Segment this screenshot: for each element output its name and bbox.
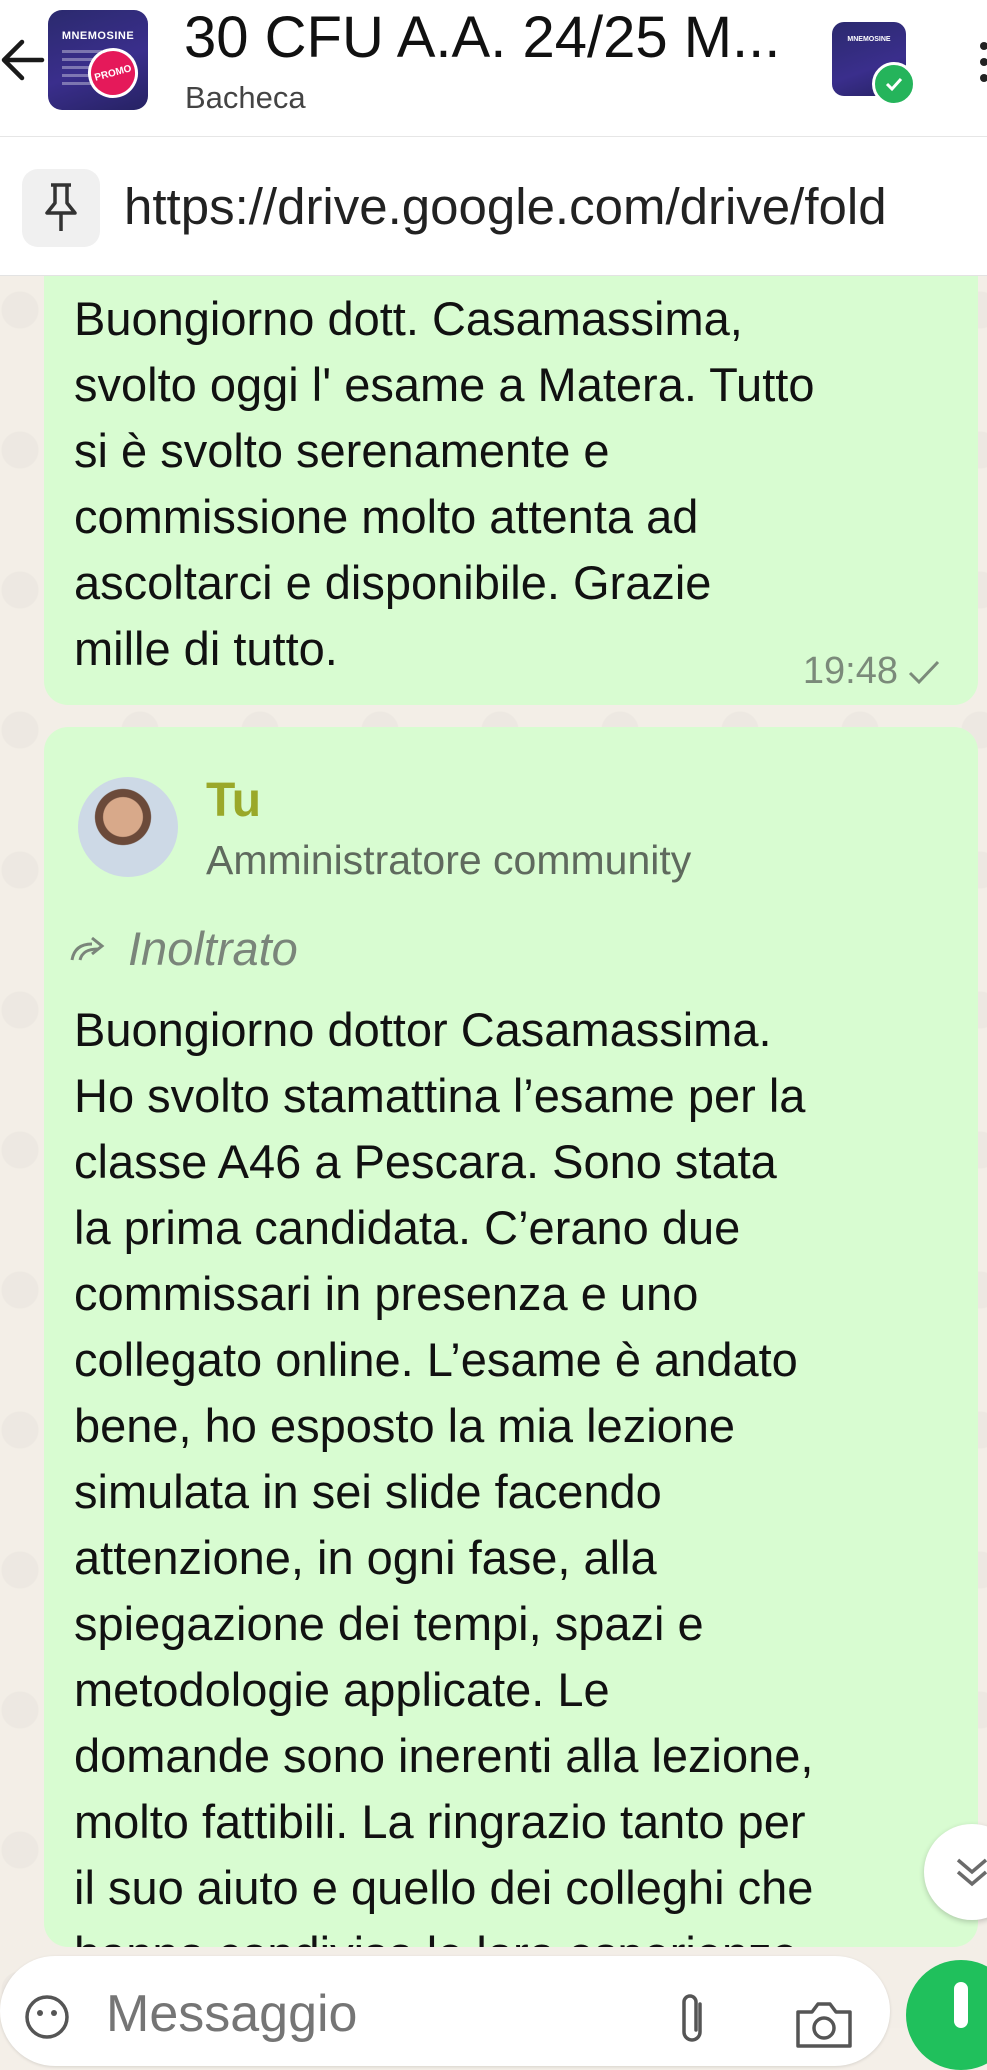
message-text: Buongiorno dott. Casamassima, svolto ogg… (74, 292, 815, 675)
forwarded-label: Inoltrato (128, 922, 298, 975)
message-time: 19:48 (802, 650, 898, 692)
pinned-message-bar[interactable]: https://drive.google.com/drive/fold (0, 137, 987, 276)
camera-icon (796, 2002, 852, 2048)
sender-role: Amministratore community (206, 837, 692, 883)
more-options-dot (980, 42, 987, 50)
more-options-dot (980, 58, 987, 66)
double-chevron-down-icon (956, 1858, 987, 1887)
group-avatar[interactable]: MNEMOSINE PROMO (48, 10, 148, 110)
sender-name[interactable]: Tu (206, 773, 261, 828)
message-bubble-forwarded[interactable]: Tu Amministratore community Inoltrato Bu… (44, 727, 978, 1947)
emoji-button[interactable] (24, 1994, 70, 2040)
sender-avatar[interactable] (78, 777, 178, 877)
message-bubble[interactable]: Buongiorno dott. Casamassima, svolto ogg… (44, 240, 978, 705)
group-avatar-title: MNEMOSINE (61, 30, 135, 42)
back-arrow-icon (1, 39, 45, 81)
chat-header: MNEMOSINE PROMO 30 CFU A.A. 24/25 M... B… (0, 0, 987, 137)
chat-title[interactable]: 30 CFU A.A. 24/25 M... (184, 4, 784, 71)
verified-check-icon (872, 62, 916, 106)
paperclip-icon (682, 1994, 702, 2042)
camera-button[interactable] (792, 1996, 856, 2052)
emoji-icon (25, 1995, 69, 2039)
back-button[interactable] (0, 28, 48, 92)
microphone-button[interactable] (906, 1960, 987, 2070)
message-composer (0, 1956, 890, 2066)
message-meta: 19:48 (803, 650, 942, 693)
message-input[interactable] (106, 1984, 526, 2044)
more-options-dot (980, 74, 987, 82)
microphone-icon (954, 1982, 968, 2028)
pin-icon (22, 169, 100, 247)
pinned-message-text: https://drive.google.com/drive/fold (124, 178, 887, 235)
forwarded-indicator: Inoltrato (68, 921, 298, 976)
chat-subtitle[interactable]: Bacheca (185, 80, 306, 116)
sent-check-icon (908, 660, 940, 684)
forwarded-icon (70, 936, 105, 960)
message-text: Buongiorno dottor Casamassima. Ho svolto… (74, 1003, 814, 1947)
more-options-button[interactable] (960, 30, 987, 90)
community-avatar-title: MNEMOSINE (847, 36, 891, 43)
attach-button[interactable] (672, 1990, 716, 2050)
